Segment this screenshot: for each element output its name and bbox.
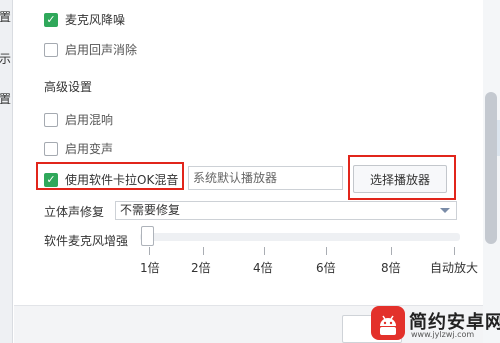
stereo-label: 立体声修复 xyxy=(44,205,105,219)
sidebar-item-1[interactable]: 置 xyxy=(0,8,11,25)
voice-change-checkbox[interactable] xyxy=(44,141,58,156)
slider-tick xyxy=(391,247,392,255)
sidebar-item-2[interactable]: 示 xyxy=(0,50,11,67)
echo-cancel-option[interactable]: 启用回声消除 xyxy=(44,41,137,58)
watermark-logo xyxy=(371,306,405,340)
noise-reduction-checkbox[interactable]: ✓ xyxy=(44,12,58,27)
slider-tick xyxy=(326,247,327,255)
mic-boost-slider-track[interactable] xyxy=(140,233,460,241)
voice-change-option[interactable]: 启用变声 xyxy=(44,140,113,157)
stereo-select[interactable]: 不需要修复 xyxy=(115,201,457,220)
reverb-checkbox[interactable] xyxy=(44,112,58,127)
advanced-settings-title: 高级设置 xyxy=(44,80,93,94)
highlight-box-karaoke xyxy=(36,162,184,190)
tick-label-8x: 8倍 xyxy=(381,261,401,275)
slider-tick xyxy=(264,247,265,255)
android-robot-icon xyxy=(380,315,396,335)
tick-label-auto: 自动放大 xyxy=(430,261,479,275)
slider-tick xyxy=(454,247,455,255)
stereo-select-value: 不需要修复 xyxy=(120,203,181,217)
slider-tick xyxy=(149,247,150,255)
mic-boost-slider-thumb[interactable] xyxy=(141,226,154,246)
scrollbar-thumb[interactable] xyxy=(485,92,497,244)
scrollbar[interactable] xyxy=(483,0,500,343)
tick-label-4x: 4倍 xyxy=(253,261,273,275)
highlight-box-select-player xyxy=(348,155,456,200)
check-icon: ✓ xyxy=(46,13,56,26)
watermark-url: www.jylzwj.com xyxy=(411,330,475,339)
sidebar-item-3[interactable]: 置 xyxy=(0,90,11,107)
noise-reduction-label: 麦克风降噪 xyxy=(65,13,126,27)
echo-cancel-label: 启用回声消除 xyxy=(65,43,138,57)
sidebar: 置 示 置 xyxy=(0,0,13,343)
mic-boost-label: 软件麦克风增强 xyxy=(44,234,129,248)
echo-cancel-checkbox[interactable] xyxy=(44,42,58,57)
chevron-down-icon xyxy=(440,208,450,213)
voice-change-label: 启用变声 xyxy=(65,142,114,156)
slider-tick xyxy=(203,247,204,255)
player-field[interactable]: 系统默认播放器 xyxy=(188,166,343,190)
tick-label-6x: 6倍 xyxy=(316,261,336,275)
reverb-label: 启用混响 xyxy=(65,113,114,127)
tick-label-1x: 1倍 xyxy=(140,261,160,275)
tick-label-2x: 2倍 xyxy=(191,261,211,275)
noise-reduction-option[interactable]: ✓ 麦克风降噪 xyxy=(44,11,125,28)
reverb-option[interactable]: 启用混响 xyxy=(44,111,113,128)
